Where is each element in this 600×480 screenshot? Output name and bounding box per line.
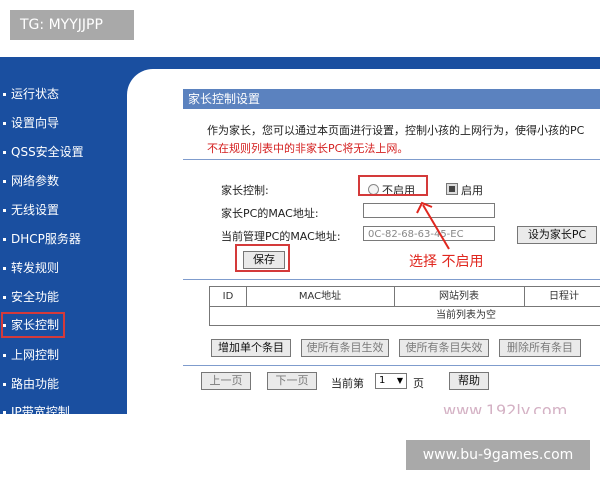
bullet-icon bbox=[3, 122, 6, 125]
option-enable[interactable]: 启用 bbox=[446, 182, 483, 198]
sidebar-item-label: 上网控制 bbox=[11, 348, 60, 362]
sidebar-item-status[interactable]: 运行状态 bbox=[3, 83, 59, 105]
sidebar-nav: 运行状态 设置向导 QSS安全设置 网络参数 无线设置 DHCP服务器 转发规则… bbox=[0, 57, 127, 414]
sidebar-item-access-control[interactable]: 上网控制 bbox=[3, 344, 59, 366]
bullet-icon bbox=[3, 93, 6, 96]
disable-all-button[interactable]: 使所有条目失效 bbox=[399, 339, 489, 357]
sidebar-item-label: DHCP服务器 bbox=[11, 232, 81, 246]
router-admin-frame: 运行状态 设置向导 QSS安全设置 网络参数 无线设置 DHCP服务器 转发规则… bbox=[0, 57, 600, 414]
sidebar-item-wizard[interactable]: 设置向导 bbox=[3, 112, 59, 134]
bullet-icon bbox=[3, 267, 6, 270]
bullet-icon bbox=[3, 354, 6, 357]
sidebar-item-label: 路由功能 bbox=[11, 377, 60, 391]
highlight-box-save bbox=[235, 244, 290, 272]
panel-warning: 不在规则列表中的非家长PC将无法上网。 bbox=[207, 142, 409, 155]
sidebar-item-qss[interactable]: QSS安全设置 bbox=[3, 141, 84, 163]
delete-all-button[interactable]: 删除所有条目 bbox=[499, 339, 581, 357]
panel-title: 家长控制设置 bbox=[183, 89, 600, 109]
highlight-box-disable bbox=[358, 175, 428, 196]
sidebar-item-routing[interactable]: 路由功能 bbox=[3, 373, 59, 395]
option-enable-label: 启用 bbox=[461, 184, 483, 197]
bullet-icon bbox=[3, 151, 6, 154]
prev-page-button[interactable]: 上一页 bbox=[201, 372, 251, 390]
panel-description: 作为家长，您可以通过本页面进行设置，控制小孩的上网行为，使得小孩的PC bbox=[207, 124, 585, 137]
bullet-icon bbox=[3, 209, 6, 212]
next-page-button[interactable]: 下一页 bbox=[267, 372, 317, 390]
bullet-icon bbox=[3, 180, 6, 183]
bullet-icon bbox=[3, 411, 6, 414]
add-entry-button[interactable]: 增加单个条目 bbox=[211, 339, 291, 357]
table-header: ID MAC地址 网站列表 日程计 bbox=[210, 287, 600, 307]
col-sites: 网站列表 bbox=[394, 287, 525, 306]
sidebar-item-label: 设置向导 bbox=[11, 116, 60, 130]
divider bbox=[183, 279, 600, 280]
annotation-text: 选择 不启用 bbox=[409, 254, 484, 270]
sidebar-item-label: 安全功能 bbox=[11, 290, 60, 304]
parental-control-label: 家长控制: bbox=[221, 184, 269, 197]
sidebar-item-security[interactable]: 安全功能 bbox=[3, 286, 59, 308]
sidebar-item-label: 转发规则 bbox=[11, 261, 60, 275]
sidebar-item-wireless[interactable]: 无线设置 bbox=[3, 199, 59, 221]
sidebar-item-label: QSS安全设置 bbox=[11, 145, 84, 159]
col-schedule: 日程计 bbox=[549, 291, 579, 302]
sidebar-item-parental-control[interactable]: 家长控制 bbox=[0, 312, 66, 338]
divider bbox=[183, 365, 600, 366]
current-mac-label: 当前管理PC的MAC地址: bbox=[221, 230, 341, 243]
current-page-label: 当前第 bbox=[331, 377, 364, 390]
parent-mac-label: 家长PC的MAC地址: bbox=[221, 207, 319, 220]
chevron-down-icon: ▼ bbox=[396, 376, 403, 385]
col-mac: MAC地址 bbox=[246, 287, 395, 306]
page-suffix-label: 页 bbox=[413, 377, 424, 390]
sidebar-item-label: 家长控制 bbox=[11, 318, 60, 332]
bullet-icon bbox=[3, 296, 6, 299]
page-select[interactable]: 1 ▼ bbox=[375, 373, 407, 389]
arrow-icon bbox=[416, 201, 450, 250]
sidebar-item-network[interactable]: 网络参数 bbox=[3, 170, 59, 192]
sidebar-item-label: 网络参数 bbox=[11, 174, 60, 188]
parental-control-panel: 家长控制设置 作为家长，您可以通过本页面进行设置，控制小孩的上网行为，使得小孩的… bbox=[183, 89, 600, 411]
bullet-icon bbox=[3, 238, 6, 241]
sidebar-item-bandwidth[interactable]: IP带宽控制 bbox=[3, 401, 70, 414]
page-select-value: 1 bbox=[379, 375, 386, 386]
divider bbox=[183, 159, 600, 160]
bullet-icon bbox=[3, 324, 6, 327]
col-id: ID bbox=[210, 287, 247, 306]
sidebar-item-label: 运行状态 bbox=[11, 87, 60, 101]
help-button[interactable]: 帮助 bbox=[449, 372, 489, 390]
rules-table: ID MAC地址 网站列表 日程计 当前列表为空 bbox=[209, 286, 600, 326]
watermark: www.192ly.com bbox=[443, 401, 568, 414]
sidebar-item-forwarding[interactable]: 转发规则 bbox=[3, 257, 59, 279]
sidebar-item-label: 无线设置 bbox=[11, 203, 60, 217]
sidebar-item-dhcp[interactable]: DHCP服务器 bbox=[3, 228, 81, 250]
enable-all-button[interactable]: 使所有条目生效 bbox=[301, 339, 389, 357]
bullet-icon bbox=[3, 383, 6, 386]
sidebar-item-label: IP带宽控制 bbox=[11, 405, 70, 414]
set-as-parent-button[interactable]: 设为家长PC bbox=[517, 226, 597, 244]
checkbox-enable[interactable] bbox=[446, 183, 458, 195]
content-area: 家长控制设置 作为家长，您可以通过本页面进行设置，控制小孩的上网行为，使得小孩的… bbox=[127, 69, 600, 414]
table-empty-text: 当前列表为空 bbox=[436, 310, 496, 321]
bottom-right-tag: www.bu-9games.com bbox=[406, 440, 590, 470]
top-left-tag: TG: MYYJJPP bbox=[10, 10, 134, 40]
